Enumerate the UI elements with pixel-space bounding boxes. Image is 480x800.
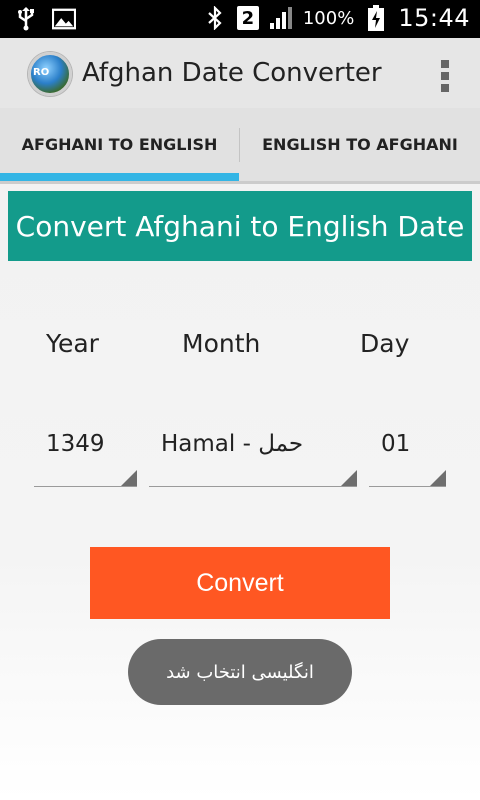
toast-message: انگلیسی انتخاب شد — [128, 639, 352, 705]
convert-button[interactable]: Convert — [90, 547, 390, 619]
day-spinner[interactable]: 01 — [369, 419, 446, 487]
usb-icon — [14, 6, 38, 32]
tab-english-to-afghani[interactable]: ENGLISH TO AFGHANI — [240, 108, 480, 181]
month-spinner[interactable]: Hamal - حمل — [149, 419, 357, 487]
app-logo-icon[interactable]: RO — [28, 52, 72, 96]
year-value: 1349 — [46, 431, 105, 457]
dropdown-arrow-icon — [121, 470, 137, 486]
day-value: 01 — [381, 431, 411, 457]
year-spinner[interactable]: 1349 — [34, 419, 137, 487]
battery-charging-icon — [364, 5, 388, 31]
month-value: Hamal - حمل — [161, 431, 304, 457]
selected-tab-indicator — [0, 173, 239, 181]
tab-afghani-to-english[interactable]: AFGHANI TO ENGLISH — [0, 108, 239, 181]
signal-icon — [269, 5, 293, 31]
month-label: Month — [182, 329, 261, 358]
app-title: Afghan Date Converter — [82, 58, 382, 88]
page-header: Convert Afghani to English Date — [8, 191, 472, 261]
year-label: Year — [46, 329, 99, 358]
status-bar: 2 100% 15:44 — [0, 0, 480, 38]
day-label: Day — [360, 329, 410, 358]
dropdown-arrow-icon — [430, 470, 446, 486]
sim-2-icon: 2 — [236, 6, 259, 30]
dropdown-arrow-icon — [341, 470, 357, 486]
bluetooth-icon — [203, 5, 227, 31]
app-logo-text: RO — [33, 67, 50, 78]
main-content: Convert Afghani to English Date Year Mon… — [0, 184, 480, 800]
battery-percent: 100% — [302, 7, 355, 29]
action-bar: RO Afghan Date Converter — [0, 38, 480, 108]
image-icon — [52, 6, 76, 32]
clock: 15:44 — [398, 4, 470, 32]
overflow-menu-icon[interactable] — [440, 60, 450, 92]
